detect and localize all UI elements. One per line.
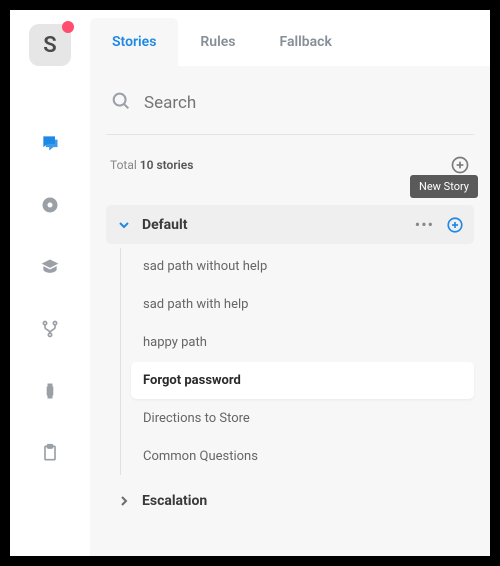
group-header-default[interactable]: Default ••• [106,205,474,244]
group-title: Escalation [142,493,464,509]
total-text: Total 10 stories [110,158,193,172]
story-list-default: sad path without help sad path with help… [120,248,474,475]
story-item[interactable]: sad path without help [131,248,474,285]
chat-icon[interactable] [39,132,61,154]
clipboard-icon[interactable] [39,442,61,464]
group-escalation: Escalation [106,483,474,519]
story-item[interactable]: Directions to Store [131,400,474,437]
gear-icon[interactable] [39,194,61,216]
content: Total 10 stories New Story Default ••• [90,66,490,556]
education-icon[interactable] [39,256,61,278]
story-item[interactable]: Common Questions [131,438,474,475]
chevron-down-icon [116,217,132,233]
sidebar: S [10,10,90,556]
tab-fallback[interactable]: Fallback [257,18,353,66]
add-story-to-group-icon[interactable] [446,216,464,234]
group-default: Default ••• sad path without help sad pa… [106,205,474,475]
add-story-icon[interactable] [450,155,470,175]
tab-rules[interactable]: Rules [178,18,257,66]
main-panel: Stories Rules Fallback Total 10 stories … [90,10,490,556]
search-input[interactable] [144,93,470,113]
new-story-tooltip: New Story [410,175,478,198]
tab-stories[interactable]: Stories [90,18,178,66]
app-logo[interactable]: S [29,24,71,66]
search-icon [110,90,132,116]
story-item[interactable]: sad path with help [131,286,474,323]
total-prefix: Total [110,158,140,172]
search-row [106,84,474,135]
watch-icon[interactable] [39,380,61,402]
notification-dot [62,21,74,33]
tabs: Stories Rules Fallback [90,10,490,66]
fork-icon[interactable] [39,318,61,340]
app-frame: S Stories Rul [10,10,490,556]
group-header-escalation[interactable]: Escalation [106,483,474,519]
story-item[interactable]: Forgot password [131,362,474,399]
total-row: Total 10 stories New Story [106,155,474,175]
logo-letter: S [43,33,56,58]
chevron-right-icon [116,493,132,509]
total-count: 10 stories [140,158,194,172]
nav-icons [39,132,61,464]
group-title: Default [142,217,415,233]
more-icon[interactable]: ••• [415,215,434,234]
story-item[interactable]: happy path [131,324,474,361]
